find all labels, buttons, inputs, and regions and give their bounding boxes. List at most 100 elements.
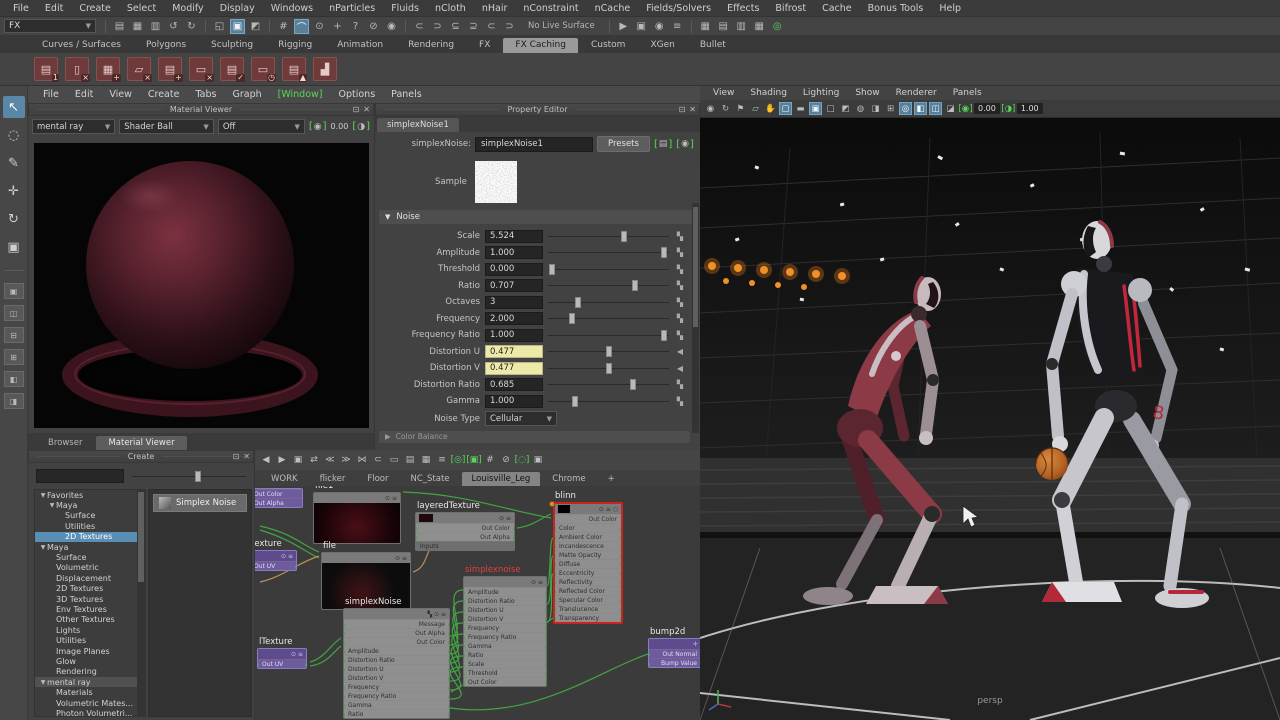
paint-select-tool[interactable]: ✎ xyxy=(3,152,25,174)
attr-slider[interactable] xyxy=(548,296,669,309)
sim-cache-b-icon[interactable]: ▤ xyxy=(716,19,731,34)
slider-handle[interactable] xyxy=(572,396,578,407)
delete-frame-icon[interactable]: ▭× xyxy=(189,57,213,81)
new-scene-icon[interactable]: ▤ xyxy=(112,19,127,34)
attr-slider[interactable] xyxy=(548,246,669,259)
attr-slider[interactable] xyxy=(548,395,669,408)
menu-bifrost[interactable]: Bifrost xyxy=(768,2,813,15)
make-live-icon[interactable]: ? xyxy=(348,19,363,34)
attr-slider[interactable] xyxy=(548,279,669,292)
shelf-tab-rigging[interactable]: Rigging xyxy=(266,38,324,53)
property-editor-tab[interactable]: simplexNoise1 xyxy=(377,118,459,132)
render-current-icon[interactable]: ▣ xyxy=(634,19,649,34)
tree-item-volumetric-mates[interactable]: Volumetric Mates... xyxy=(35,698,145,708)
node-port-out-uv[interactable]: Out UV xyxy=(258,659,306,668)
slider-handle[interactable] xyxy=(606,363,612,374)
attr-value-input[interactable]: 0.685 xyxy=(485,378,543,391)
node-port-diffuse[interactable]: Diffuse xyxy=(555,559,621,568)
node-port-threshold[interactable]: Threshold xyxy=(464,668,546,677)
full-mode-icon[interactable]: ▦ xyxy=(419,453,433,467)
node-graph-canvas[interactable]: Out ColorOut Alphafile1⊙ ≡layeredTexture… xyxy=(255,486,700,720)
swatch-icon[interactable]: ▣ xyxy=(531,453,545,467)
persp-outliner-layout[interactable]: ◧ xyxy=(4,371,24,387)
render-settings-icon[interactable]: ≡ xyxy=(670,19,685,34)
tree-item-2d-textures[interactable]: 2D Textures xyxy=(35,532,145,542)
exposure-value[interactable]: 0.00 xyxy=(331,122,349,131)
presets-button[interactable]: Presets xyxy=(597,136,650,152)
node-port-out-normal[interactable]: Out Normal xyxy=(649,649,700,658)
geometry-cache-icon[interactable]: ▤▲ xyxy=(282,57,306,81)
rotate-tool[interactable]: ↻ xyxy=(3,208,25,230)
image-plane-icon[interactable]: ▱ xyxy=(749,102,762,115)
node-port-ratio[interactable]: Ratio xyxy=(344,709,449,718)
renderer-dropdown[interactable]: mental ray▼ xyxy=(32,119,115,134)
tree-scrollbar[interactable] xyxy=(137,490,145,716)
frame-all-icon[interactable]: [▣] xyxy=(467,453,481,467)
exposure-value[interactable]: 0.00 xyxy=(974,103,1000,114)
close-icon[interactable]: ✕ xyxy=(363,105,370,114)
swatch-size-slider[interactable] xyxy=(132,469,246,483)
attr-value-input[interactable]: 2.000 xyxy=(485,312,543,325)
node-port-frequency-ratio[interactable]: Frequency Ratio xyxy=(464,632,546,641)
attach-cache-icon[interactable]: ▭◷ xyxy=(251,57,275,81)
node-port-eccentricity[interactable]: Eccentricity xyxy=(555,568,621,577)
tree-item-materials[interactable]: Materials xyxy=(35,687,145,697)
shelf-tab-custom[interactable]: Custom xyxy=(579,38,637,53)
multisample-icon[interactable]: ⊞ xyxy=(884,102,897,115)
texture-map-icon[interactable]: ▚ xyxy=(674,232,686,241)
menu-ncloth[interactable]: nCloth xyxy=(428,2,473,15)
menu-fields-solvers[interactable]: Fields/Solvers xyxy=(639,2,718,15)
replace-ncache-icon[interactable]: ▱× xyxy=(127,57,151,81)
node-port-gamma[interactable]: Gamma xyxy=(344,700,449,709)
node-file1[interactable]: file1⊙ ≡ xyxy=(313,492,401,544)
tree-item-photon-volumetri[interactable]: Photon Volumetri... xyxy=(35,708,145,717)
shelf-tab-rendering[interactable]: Rendering xyxy=(396,38,466,53)
menu-nconstraint[interactable]: nConstraint xyxy=(516,2,585,15)
bookmark-icon[interactable]: ⚑ xyxy=(734,102,747,115)
connected-mode-icon[interactable]: ▤ xyxy=(403,453,417,467)
select-object-icon[interactable]: ▣ xyxy=(230,19,245,34)
node-texture[interactable]: texture⊙ ≡Out UV xyxy=(255,550,297,571)
create-ncache-icon[interactable]: ▤1 xyxy=(34,57,58,81)
node-port-distortion-ratio[interactable]: Distortion Ratio xyxy=(344,655,449,664)
replace-frame-icon[interactable]: ▤✓ xyxy=(220,57,244,81)
menu-select[interactable]: Select xyxy=(120,2,163,15)
menu-ncache[interactable]: nCache xyxy=(588,2,638,15)
graph-tab-chrome[interactable]: Chrome xyxy=(542,472,595,486)
graph-tab-flicker[interactable]: flicker xyxy=(310,472,356,486)
tree-item-glow[interactable]: Glow xyxy=(35,656,145,666)
noise-type-dropdown[interactable]: Cellular▼ xyxy=(485,411,557,426)
slider-handle[interactable] xyxy=(661,247,667,258)
exposure-control[interactable]: [◉] xyxy=(309,121,327,132)
hypershade-menu-options[interactable]: Options xyxy=(332,89,383,100)
tree-item-3d-textures[interactable]: 3D Textures xyxy=(35,594,145,604)
forward-icon[interactable]: ▶ xyxy=(275,453,289,467)
input-connections-icon[interactable]: ⊂ xyxy=(412,19,427,34)
attr-slider[interactable] xyxy=(548,329,669,342)
node-port-distortion-v[interactable]: Distortion V xyxy=(464,614,546,623)
pin-icon[interactable]: ⊘ xyxy=(499,453,513,467)
node-port-out-alpha[interactable]: Out Alpha xyxy=(416,532,514,541)
texture-map-icon[interactable]: ▚ xyxy=(674,281,686,290)
undo-icon[interactable]: ↺ xyxy=(166,19,181,34)
snap-point-icon[interactable]: ⊙ xyxy=(312,19,327,34)
connection-arrow-icon[interactable]: ◀ xyxy=(674,347,686,356)
noise-section-header[interactable]: ▼ Noise xyxy=(379,210,696,224)
append-ncache-icon[interactable]: ▦+ xyxy=(96,57,120,81)
attr-value-input[interactable]: 5.524 xyxy=(485,230,543,243)
custom-mode-icon[interactable]: ≡ xyxy=(435,453,449,467)
graph-tab-louisville-leg[interactable]: Louisville_Leg xyxy=(462,472,541,486)
menu-fluids[interactable]: Fluids xyxy=(384,2,426,15)
node-simplexnoise[interactable]: simplexnoise⊙ ≡AmplitudeDistortion Ratio… xyxy=(463,576,547,687)
texture-map-icon[interactable]: ▚ xyxy=(674,331,686,340)
material-viewer-titlebar[interactable]: Material Viewer ⊡✕ xyxy=(28,103,374,116)
color-balance-section-header[interactable]: ▶ Color Balance xyxy=(379,431,690,443)
texture-map-icon[interactable]: ▚ xyxy=(674,314,686,323)
merge-ncache-icon[interactable]: ▤+ xyxy=(158,57,182,81)
hypershade-menu-view[interactable]: View xyxy=(102,89,139,100)
float-panel-icon[interactable]: ⊡ xyxy=(233,452,240,461)
redo-icon[interactable]: ↻ xyxy=(184,19,199,34)
node-name-input[interactable]: simplexNoise1 xyxy=(475,137,593,152)
gamma-value[interactable]: 1.00 xyxy=(1017,103,1043,114)
attr-value-input[interactable]: 1.000 xyxy=(485,395,543,408)
